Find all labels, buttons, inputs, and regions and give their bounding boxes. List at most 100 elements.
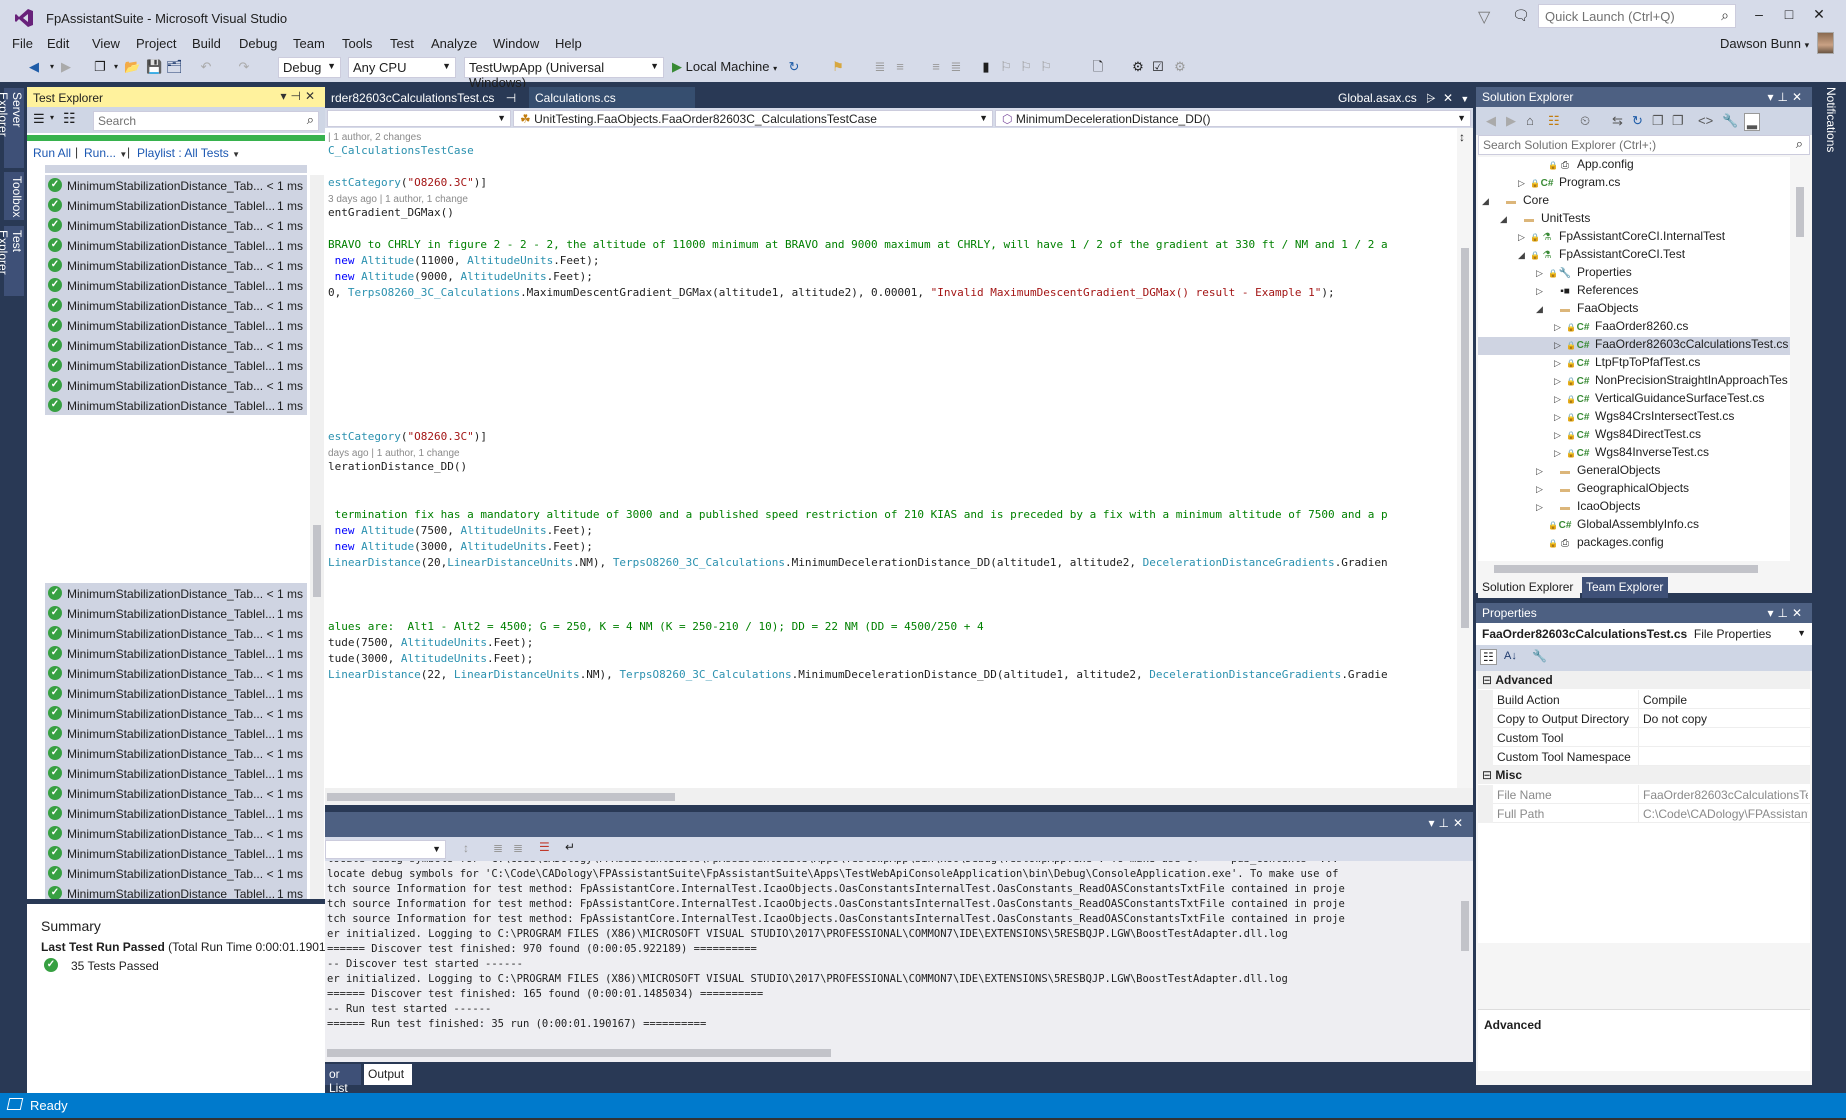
menu-tools[interactable]: Tools xyxy=(342,36,372,51)
property-row[interactable]: Copy to Output Directory Do not copy xyxy=(1478,709,1810,728)
member-nav-dropdown[interactable]: ⬡ MinimumDecelerationDistance_DD() ▼ xyxy=(995,110,1471,127)
menu-help[interactable]: Help xyxy=(555,36,582,51)
find-message-icon[interactable]: ↕ xyxy=(463,841,469,855)
column-divider[interactable] xyxy=(1638,804,1639,823)
test-row[interactable]: ✓ MinimumStabilizationDistance_Tab...< 1 … xyxy=(45,375,307,395)
startup-project-select[interactable]: TestUwpApp (Universal Windows) ▼ xyxy=(464,57,664,90)
test-row[interactable]: ✓ MinimumStabilizationDistance_Tab...< 1 … xyxy=(45,175,307,195)
close-icon[interactable]: ✕ xyxy=(1443,91,1453,105)
project-nav-dropdown[interactable]: ▼ xyxy=(327,110,511,127)
next-message-icon[interactable]: ≣ xyxy=(513,841,523,855)
new-project-icon[interactable]: ❐ xyxy=(92,59,108,75)
properties-object-select[interactable]: FaaOrder82603cCalculationsTest.cs File P… xyxy=(1476,623,1812,645)
output-source-select[interactable]: ▼ xyxy=(325,840,446,859)
test-row[interactable]: ✓ MinimumStabilizationDistance_Tab...< 1 … xyxy=(45,703,307,723)
menu-view[interactable]: View xyxy=(92,36,120,51)
menu-debug[interactable]: Debug xyxy=(239,36,277,51)
tab-team-explorer[interactable]: Team Explorer xyxy=(1582,577,1668,598)
tab-solution-explorer[interactable]: Solution Explorer xyxy=(1478,577,1580,598)
scrollbar-thumb[interactable] xyxy=(1461,901,1469,951)
start-debugging-button[interactable]: ▶ Local Machine ▾ xyxy=(672,59,777,75)
menu-analyze[interactable]: Analyze xyxy=(431,36,477,51)
test-row[interactable]: ✓ MinimumStabilizationDistance_Tablel...1… xyxy=(45,395,307,415)
close-icon[interactable]: ✕ xyxy=(305,89,319,103)
columns-icon[interactable]: ☷ xyxy=(63,110,76,127)
column-divider[interactable] xyxy=(1638,785,1639,804)
property-row[interactable]: Custom Tool xyxy=(1478,728,1810,747)
expander-icon[interactable]: ▷ xyxy=(1536,268,1548,279)
expander-icon[interactable]: ▷ xyxy=(1554,322,1566,333)
code-editor[interactable]: | 1 author, 2 changes C_CalculationsTestC… xyxy=(325,128,1457,788)
tab-global-asax[interactable]: Global.asax.cs ⩥ ✕ ▼ xyxy=(1332,87,1476,108)
previous-message-icon[interactable]: ≣ xyxy=(493,841,503,855)
test-row[interactable]: ✓ MinimumStabilizationDistance_Tablel...1… xyxy=(45,763,307,783)
back-icon[interactable]: ◀ xyxy=(26,59,42,75)
property-category[interactable]: ⊟ Misc xyxy=(1478,766,1810,784)
menu-file[interactable]: File xyxy=(12,36,33,51)
test-row[interactable]: ✓ MinimumStabilizationDistance_Tablel...1… xyxy=(45,643,307,663)
expander-icon[interactable]: ◢ xyxy=(1518,250,1530,261)
test-row[interactable]: ✓ MinimumStabilizationDistance_Tab...< 1 … xyxy=(45,663,307,683)
test-row[interactable]: ✓ MinimumStabilizationDistance_Tablel...1… xyxy=(45,603,307,623)
tab-error-list[interactable]: or List xyxy=(325,1064,361,1095)
menu-edit[interactable]: Edit xyxy=(47,36,69,51)
test-search-input[interactable]: Search ⌕ xyxy=(93,111,319,131)
test-row[interactable]: ✓ MinimumStabilizationDistance_Tab...< 1 … xyxy=(45,863,307,883)
avatar[interactable] xyxy=(1817,32,1834,54)
test-row[interactable]: ✓ MinimumStabilizationDistance_Tablel...1… xyxy=(45,315,307,335)
test-row-partial[interactable] xyxy=(45,165,307,173)
maximize-button[interactable]: □ xyxy=(1776,6,1802,26)
expander-icon[interactable]: ▷ xyxy=(1518,178,1530,189)
tab-toolbox[interactable]: Toolbox xyxy=(4,172,24,220)
preview-selected-icon[interactable]: ▂ xyxy=(1744,113,1760,131)
scrollbar-thumb[interactable] xyxy=(327,793,675,801)
attach-icon[interactable]: ⚑ xyxy=(830,59,846,75)
tab-server-explorer[interactable]: Server Explorer xyxy=(0,88,24,168)
settings-icon[interactable]: ⚙ xyxy=(1172,59,1188,75)
tree-node[interactable]: ▷ 🔒C# LtpFtpToPfafTest.cs xyxy=(1478,355,1700,373)
tree-node[interactable]: ▷ 🔒🔧 Properties xyxy=(1478,265,1632,283)
column-divider[interactable] xyxy=(1638,690,1639,709)
tree-node[interactable]: ▷ 🔒C# NonPrecisionStraightInApproachTes xyxy=(1478,373,1788,391)
scrollbar-thumb[interactable] xyxy=(1796,187,1804,237)
indent-icon[interactable]: ≡ xyxy=(892,59,908,75)
word-wrap-icon[interactable]: ↵ xyxy=(565,840,575,854)
tab-calculations[interactable]: Calculations.cs xyxy=(529,87,695,108)
test-row[interactable]: ✓ MinimumStabilizationDistance_Tab...< 1 … xyxy=(45,743,307,763)
expander-icon[interactable]: ◢ xyxy=(1500,214,1512,225)
type-nav-dropdown[interactable]: ☘ UnitTesting.FaaObjects.FaaOrder82603C_… xyxy=(513,110,993,127)
property-category[interactable]: ⊟ Advanced xyxy=(1478,671,1810,689)
notification-filter-icon[interactable]: ▽ xyxy=(1478,7,1496,26)
tree-node[interactable]: ▷ 🔒C# Wgs84InverseTest.cs xyxy=(1478,445,1709,463)
collapse-icon[interactable]: ⊟ xyxy=(1482,768,1495,782)
prev-bookmark-icon[interactable]: ⚐ xyxy=(998,59,1014,75)
bookmark-icon[interactable]: ▮ xyxy=(978,59,994,75)
property-row[interactable]: File Name FaaOrder82603cCalculationsTest.… xyxy=(1478,785,1810,804)
properties-icon[interactable]: 🔧 xyxy=(1722,113,1738,129)
refresh-icon[interactable]: ↻ xyxy=(1632,113,1643,129)
solution-tree-horizontal-scrollbar[interactable] xyxy=(1478,561,1810,577)
menu-build[interactable]: Build xyxy=(192,36,221,51)
split-icon[interactable]: ↕ xyxy=(1459,130,1465,144)
tree-node[interactable]: ◢ ▬ UnitTests xyxy=(1478,211,1590,229)
tree-node[interactable]: ▷ 🔒C# Wgs84DirectTest.cs xyxy=(1478,427,1701,445)
test-row[interactable]: ✓ MinimumStabilizationDistance_Tab...< 1 … xyxy=(45,215,307,235)
playlist-menu-link[interactable]: Playlist : All Tests ▼ xyxy=(137,146,240,160)
test-row[interactable]: ✓ MinimumStabilizationDistance_Tablel...1… xyxy=(45,275,307,295)
close-button[interactable]: ✕ xyxy=(1806,6,1832,26)
show-all-files-icon[interactable]: ❐ xyxy=(1672,113,1684,129)
switch-views-icon[interactable]: ☷ xyxy=(1548,113,1560,129)
preview-icon[interactable]: ⩥ xyxy=(1426,91,1436,105)
tree-node[interactable]: ▷ ▪■ References xyxy=(1478,283,1638,301)
comment-icon[interactable]: ≡ xyxy=(928,59,944,75)
window-position-icon[interactable]: ▾ xyxy=(1767,90,1777,104)
save-icon[interactable]: 💾 xyxy=(146,59,162,75)
menu-team[interactable]: Team xyxy=(293,36,325,51)
test-row[interactable]: ✓ MinimumStabilizationDistance_Tablel...1… xyxy=(45,843,307,863)
clear-all-icon[interactable]: ☰ xyxy=(539,840,550,854)
run-menu-link[interactable]: Run... ▼ xyxy=(84,146,127,160)
test-row[interactable]: ✓ MinimumStabilizationDistance_Tablel...1… xyxy=(45,683,307,703)
test-row[interactable]: ✓ MinimumStabilizationDistance_Tab...< 1 … xyxy=(45,255,307,275)
categorized-icon[interactable]: ☷ xyxy=(1480,649,1497,665)
expander-icon[interactable]: ▷ xyxy=(1518,232,1530,243)
